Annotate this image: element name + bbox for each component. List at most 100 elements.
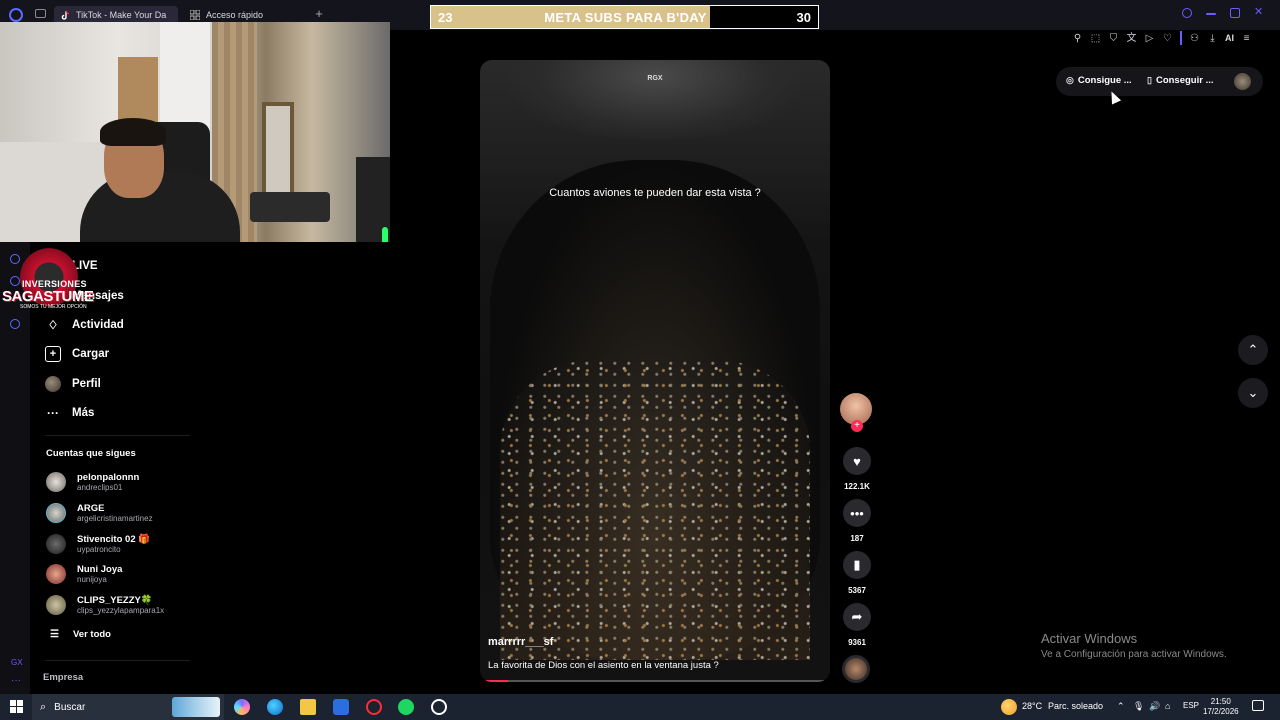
video-progress-bar[interactable] [484,680,826,682]
network-icon[interactable]: ⌂ [1165,701,1170,711]
get-app-button[interactable]: ▯ Conseguir ... [1147,75,1214,86]
browser-toolbar: ⚲ ⬚ ⛉ 文 ▷ ♡ ⚇ ⤓ AI ≡ [1072,30,1252,46]
search-highlight-image [172,697,220,717]
sidebar-item-upload[interactable]: + Cargar [45,343,109,365]
notifications-icon[interactable] [1252,700,1264,711]
next-video-button[interactable]: ⌄ [1238,378,1268,408]
video-player[interactable]: RGX Cuantos aviones te pueden dar esta v… [480,60,830,682]
download-icon[interactable]: ⤓ [1207,33,1218,44]
tray-chevron-icon[interactable]: ⌃ [1117,701,1125,712]
windows-activation-watermark: Activar Windows Ve a Configuración para … [1041,631,1227,660]
follow-button[interactable]: + [851,420,863,432]
avatar [46,595,66,615]
activation-subtitle: Ve a Configuración para activar Windows. [1041,649,1227,660]
minimize-icon[interactable] [1206,13,1216,15]
sidebar-item-more[interactable]: ··· Más [45,402,94,424]
menu-icon[interactable]: ≡ [1241,33,1252,44]
following-account[interactable]: Nuni Joya nunijoya [46,562,122,586]
avatar [46,503,66,523]
obs-icon[interactable] [431,699,447,715]
comment-button[interactable]: ••• [843,499,871,527]
like-count: 122.1K [844,482,870,491]
sidebar-item-profile[interactable]: Perfil [45,373,101,395]
gx-label[interactable]: GX [11,658,23,667]
get-coins-button[interactable]: ◎ Consigue ... [1066,75,1132,86]
file-explorer-icon[interactable] [300,699,316,715]
heart-icon: ♥ [853,453,861,469]
player-icon[interactable]: ▷ [1144,33,1155,44]
avatar [46,534,66,554]
spotify-icon[interactable] [398,699,414,715]
comment-icon: ••• [850,505,864,521]
toolbar-divider [1180,31,1182,45]
adblock-icon[interactable]: ⛉ [1108,33,1119,44]
language-indicator[interactable]: ESP [1183,701,1199,710]
activation-title: Activar Windows [1041,631,1138,646]
translate-icon[interactable]: 文 [1126,33,1137,44]
following-title: Cuentas que sigues [46,448,136,459]
search-tabs-icon[interactable] [1182,8,1192,18]
user-avatar[interactable] [1234,73,1251,90]
rgb-light-shape [382,227,388,242]
phone-icon: ▯ [1147,75,1152,85]
following-account[interactable]: Stivencito 02 🎁 uypatroncito [46,532,150,556]
video-author[interactable]: marrrrr___sf [488,636,553,648]
video-progress-fill [484,680,508,682]
tiktok-icon [60,10,71,21]
webcam-overlay [0,22,390,242]
copilot-icon[interactable] [234,699,250,715]
more-icon: ··· [47,406,59,420]
account-name: Stivencito 02 🎁 [77,533,151,545]
weather-temp[interactable]: 28°C [1022,701,1042,711]
account-handle: clips_yezzylapampara1x [77,605,165,615]
opera-gx-icon[interactable] [366,699,382,715]
maximize-icon[interactable] [1230,8,1240,18]
heart-icon[interactable]: ♡ [1162,33,1173,44]
account-name: ARGE [77,502,105,514]
company-link[interactable]: Empresa [43,672,83,683]
windows-start-icon[interactable] [10,700,23,713]
window-controls: ✕ [1182,7,1264,18]
share-count: 9361 [848,638,866,647]
ai-button[interactable]: AI [1225,33,1234,44]
share-button[interactable]: ➦ [843,603,871,631]
account-icon[interactable]: ⚇ [1189,33,1200,44]
previous-video-button[interactable]: ⌃ [1238,335,1268,365]
taskbar-clock[interactable]: 21:50 17/2/2026 [1203,697,1239,717]
subs-goal-overlay: 23 META SUBS PARA B'DAY 30 [430,5,819,29]
following-account[interactable]: ARGE argelicristinamartinez [46,501,153,525]
pin-icon[interactable]: ⚲ [1072,33,1083,44]
close-icon[interactable]: ✕ [1254,7,1264,18]
weather-icon[interactable] [1001,699,1017,715]
see-all-link[interactable]: ☰ Ver todo [50,629,111,640]
music-disc-icon[interactable] [842,655,870,683]
new-tab-button[interactable]: + [312,7,326,21]
weather-desc[interactable]: Parc. soleado [1048,701,1103,711]
goal-end-value: 30 [796,10,811,25]
volume-icon[interactable]: 🔊 [1149,701,1160,712]
store-icon[interactable] [333,699,349,715]
tab-label: TikTok - Make Your Da [76,10,167,20]
comment-count: 187 [850,534,864,543]
video-watermark: RGX [647,75,663,82]
window-shade-shape [510,60,800,140]
following-account[interactable]: pelonpalonnn andreclips01 [46,470,139,494]
workspace-icon[interactable] [35,9,46,18]
save-button[interactable]: ▮ [843,551,871,579]
following-account[interactable]: CLIPS_YEZZY🍀 clips_yezzylapampara1x [46,593,164,617]
desk-shape [250,192,330,222]
edge-icon[interactable] [267,699,283,715]
account-handle: argelicristinamartinez [77,513,153,523]
account-name: CLIPS_YEZZY🍀 [77,594,153,606]
rail-more-icon[interactable]: ··· [11,675,21,686]
bookmark-icon: ▮ [853,557,861,572]
opera-logo-icon[interactable] [9,8,23,22]
like-button[interactable]: ♥ [843,447,871,475]
nav-label: Cargar [72,348,110,360]
save-count: 5367 [848,586,866,595]
profile-icon [45,376,61,392]
goal-title: META SUBS PARA B'DAY [544,10,707,25]
snapshot-icon[interactable]: ⬚ [1090,33,1101,44]
microphone-icon[interactable]: 🎙 [1133,701,1144,712]
taskbar-search[interactable]: ⌕ Buscar [32,694,224,720]
